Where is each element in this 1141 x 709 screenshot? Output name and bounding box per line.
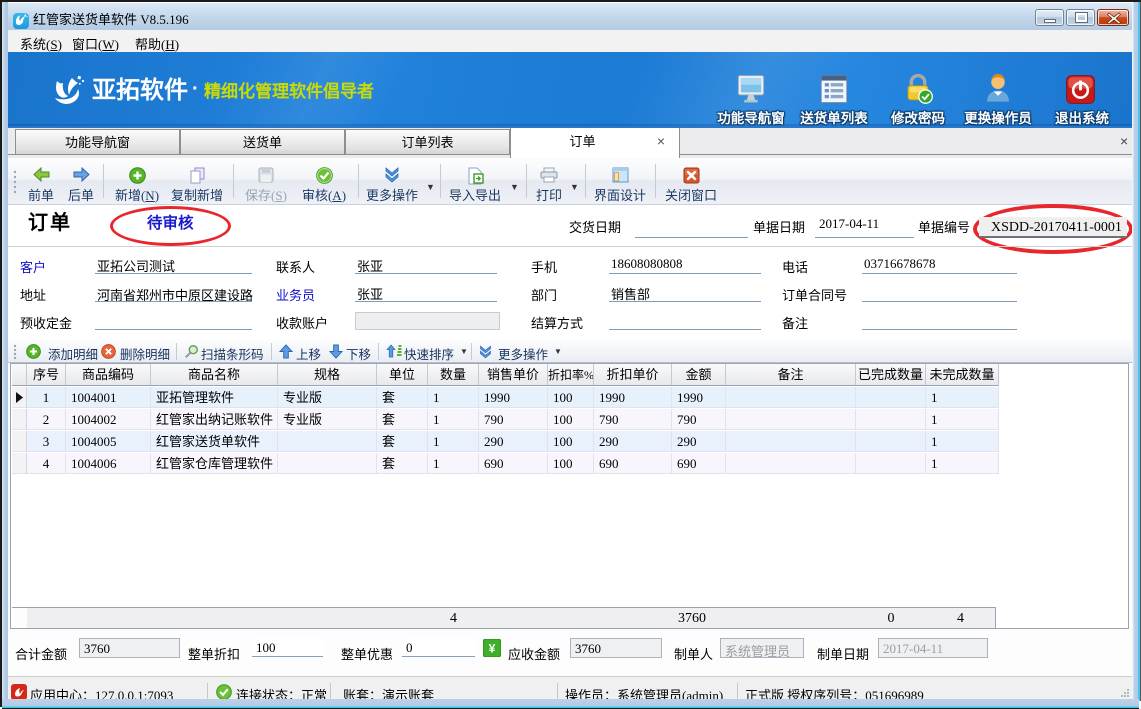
svg-text:¥: ¥ — [489, 642, 496, 656]
